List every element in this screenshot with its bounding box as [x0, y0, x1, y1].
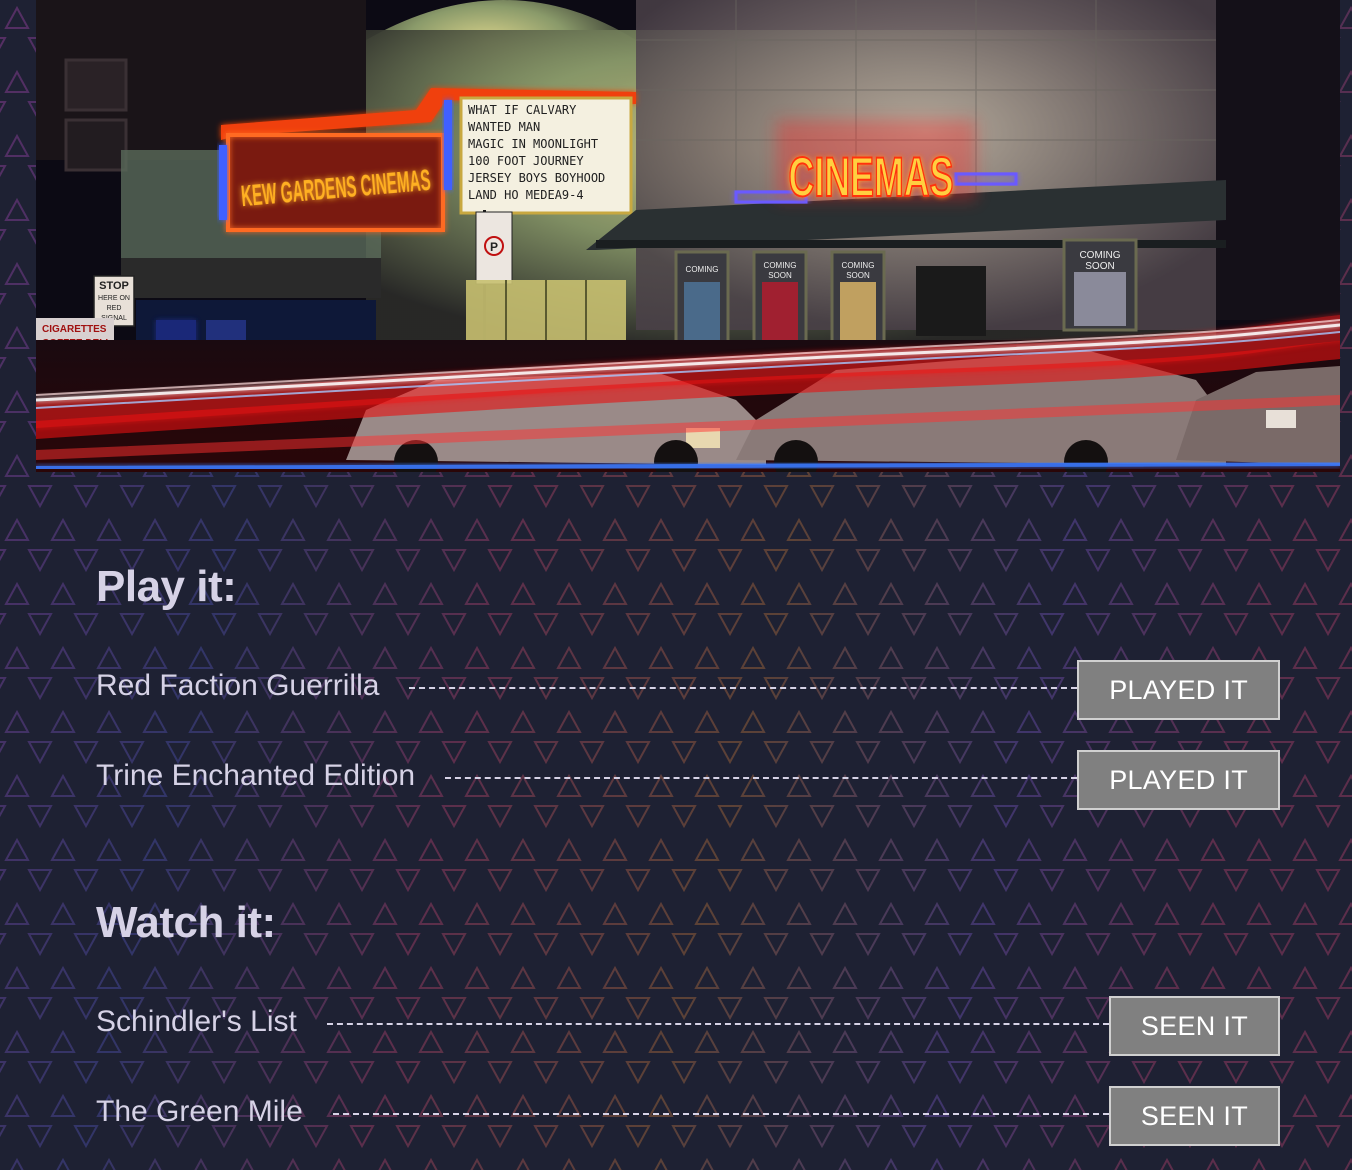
svg-text:RED: RED: [107, 305, 122, 312]
played-it-button[interactable]: PLAYED IT: [1077, 660, 1280, 720]
svg-text:JERSEY BOYS BOYHOOD: JERSEY BOYS BOYHOOD: [468, 171, 605, 185]
movie-title: The Green Mile: [96, 1095, 303, 1128]
game-title: Trine Enchanted Edition: [96, 759, 416, 792]
page: STOP HERE ON RED SIGNAL CIGARETTES COFFE…: [0, 0, 1352, 1170]
svg-text:CIGARETTES: CIGARETTES: [42, 324, 107, 335]
svg-text:COMING: COMING: [686, 265, 719, 274]
play-list-item: Trine Enchanted Edition PLAYED IT: [96, 750, 1280, 810]
seen-it-button[interactable]: SEEN IT: [1108, 996, 1280, 1056]
dashed-leader: [332, 1113, 1109, 1115]
svg-text:WANTED MAN: WANTED MAN: [468, 120, 540, 134]
svg-text:SOON: SOON: [846, 271, 870, 280]
svg-text:WHAT IF CALVARY: WHAT IF CALVARY: [468, 103, 577, 117]
cinema-illustration: STOP HERE ON RED SIGNAL CIGARETTES COFFE…: [36, 0, 1340, 472]
svg-text:P: P: [490, 240, 498, 254]
svg-text:CINEMAS: CINEMAS: [789, 145, 954, 208]
played-it-button[interactable]: PLAYED IT: [1077, 750, 1280, 810]
svg-text:COMING: COMING: [1079, 250, 1120, 261]
svg-text:100 FOOT JOURNEY: 100 FOOT JOURNEY: [468, 154, 584, 168]
svg-text:LAND HO MEDEA9-4: LAND HO MEDEA9-4: [468, 188, 584, 202]
marquee-letter-board: WHAT IF CALVARY WANTED MAN MAGIC IN MOON…: [459, 96, 633, 215]
cinemas-neon-sign: CINEMAS: [734, 120, 1018, 209]
svg-text:SOON: SOON: [1085, 261, 1114, 272]
play-section-title: Play it:: [96, 562, 237, 611]
dashed-leader: [445, 777, 1078, 779]
svg-text:HERE ON: HERE ON: [98, 295, 130, 302]
dashed-leader: [409, 687, 1078, 689]
svg-text:COMING: COMING: [842, 261, 875, 270]
dashed-leader: [326, 1023, 1109, 1025]
watch-list-item: Schindler's List SEEN IT: [96, 996, 1280, 1056]
svg-text:SOON: SOON: [768, 271, 792, 280]
watch-list-item: The Green Mile SEEN IT: [96, 1086, 1280, 1146]
hero-cinema-image: STOP HERE ON RED SIGNAL CIGARETTES COFFE…: [36, 0, 1340, 472]
watch-section-title: Watch it:: [96, 898, 276, 947]
seen-it-button[interactable]: SEEN IT: [1108, 1086, 1280, 1146]
svg-text:STOP: STOP: [99, 280, 129, 292]
svg-text:MAGIC IN MOONLIGHT: MAGIC IN MOONLIGHT: [468, 137, 598, 151]
movie-title: Schindler's List: [96, 1005, 297, 1038]
svg-text:COMING: COMING: [764, 261, 797, 270]
play-list-item: Red Faction Guerrilla PLAYED IT: [96, 660, 1280, 720]
game-title: Red Faction Guerrilla: [96, 669, 380, 702]
